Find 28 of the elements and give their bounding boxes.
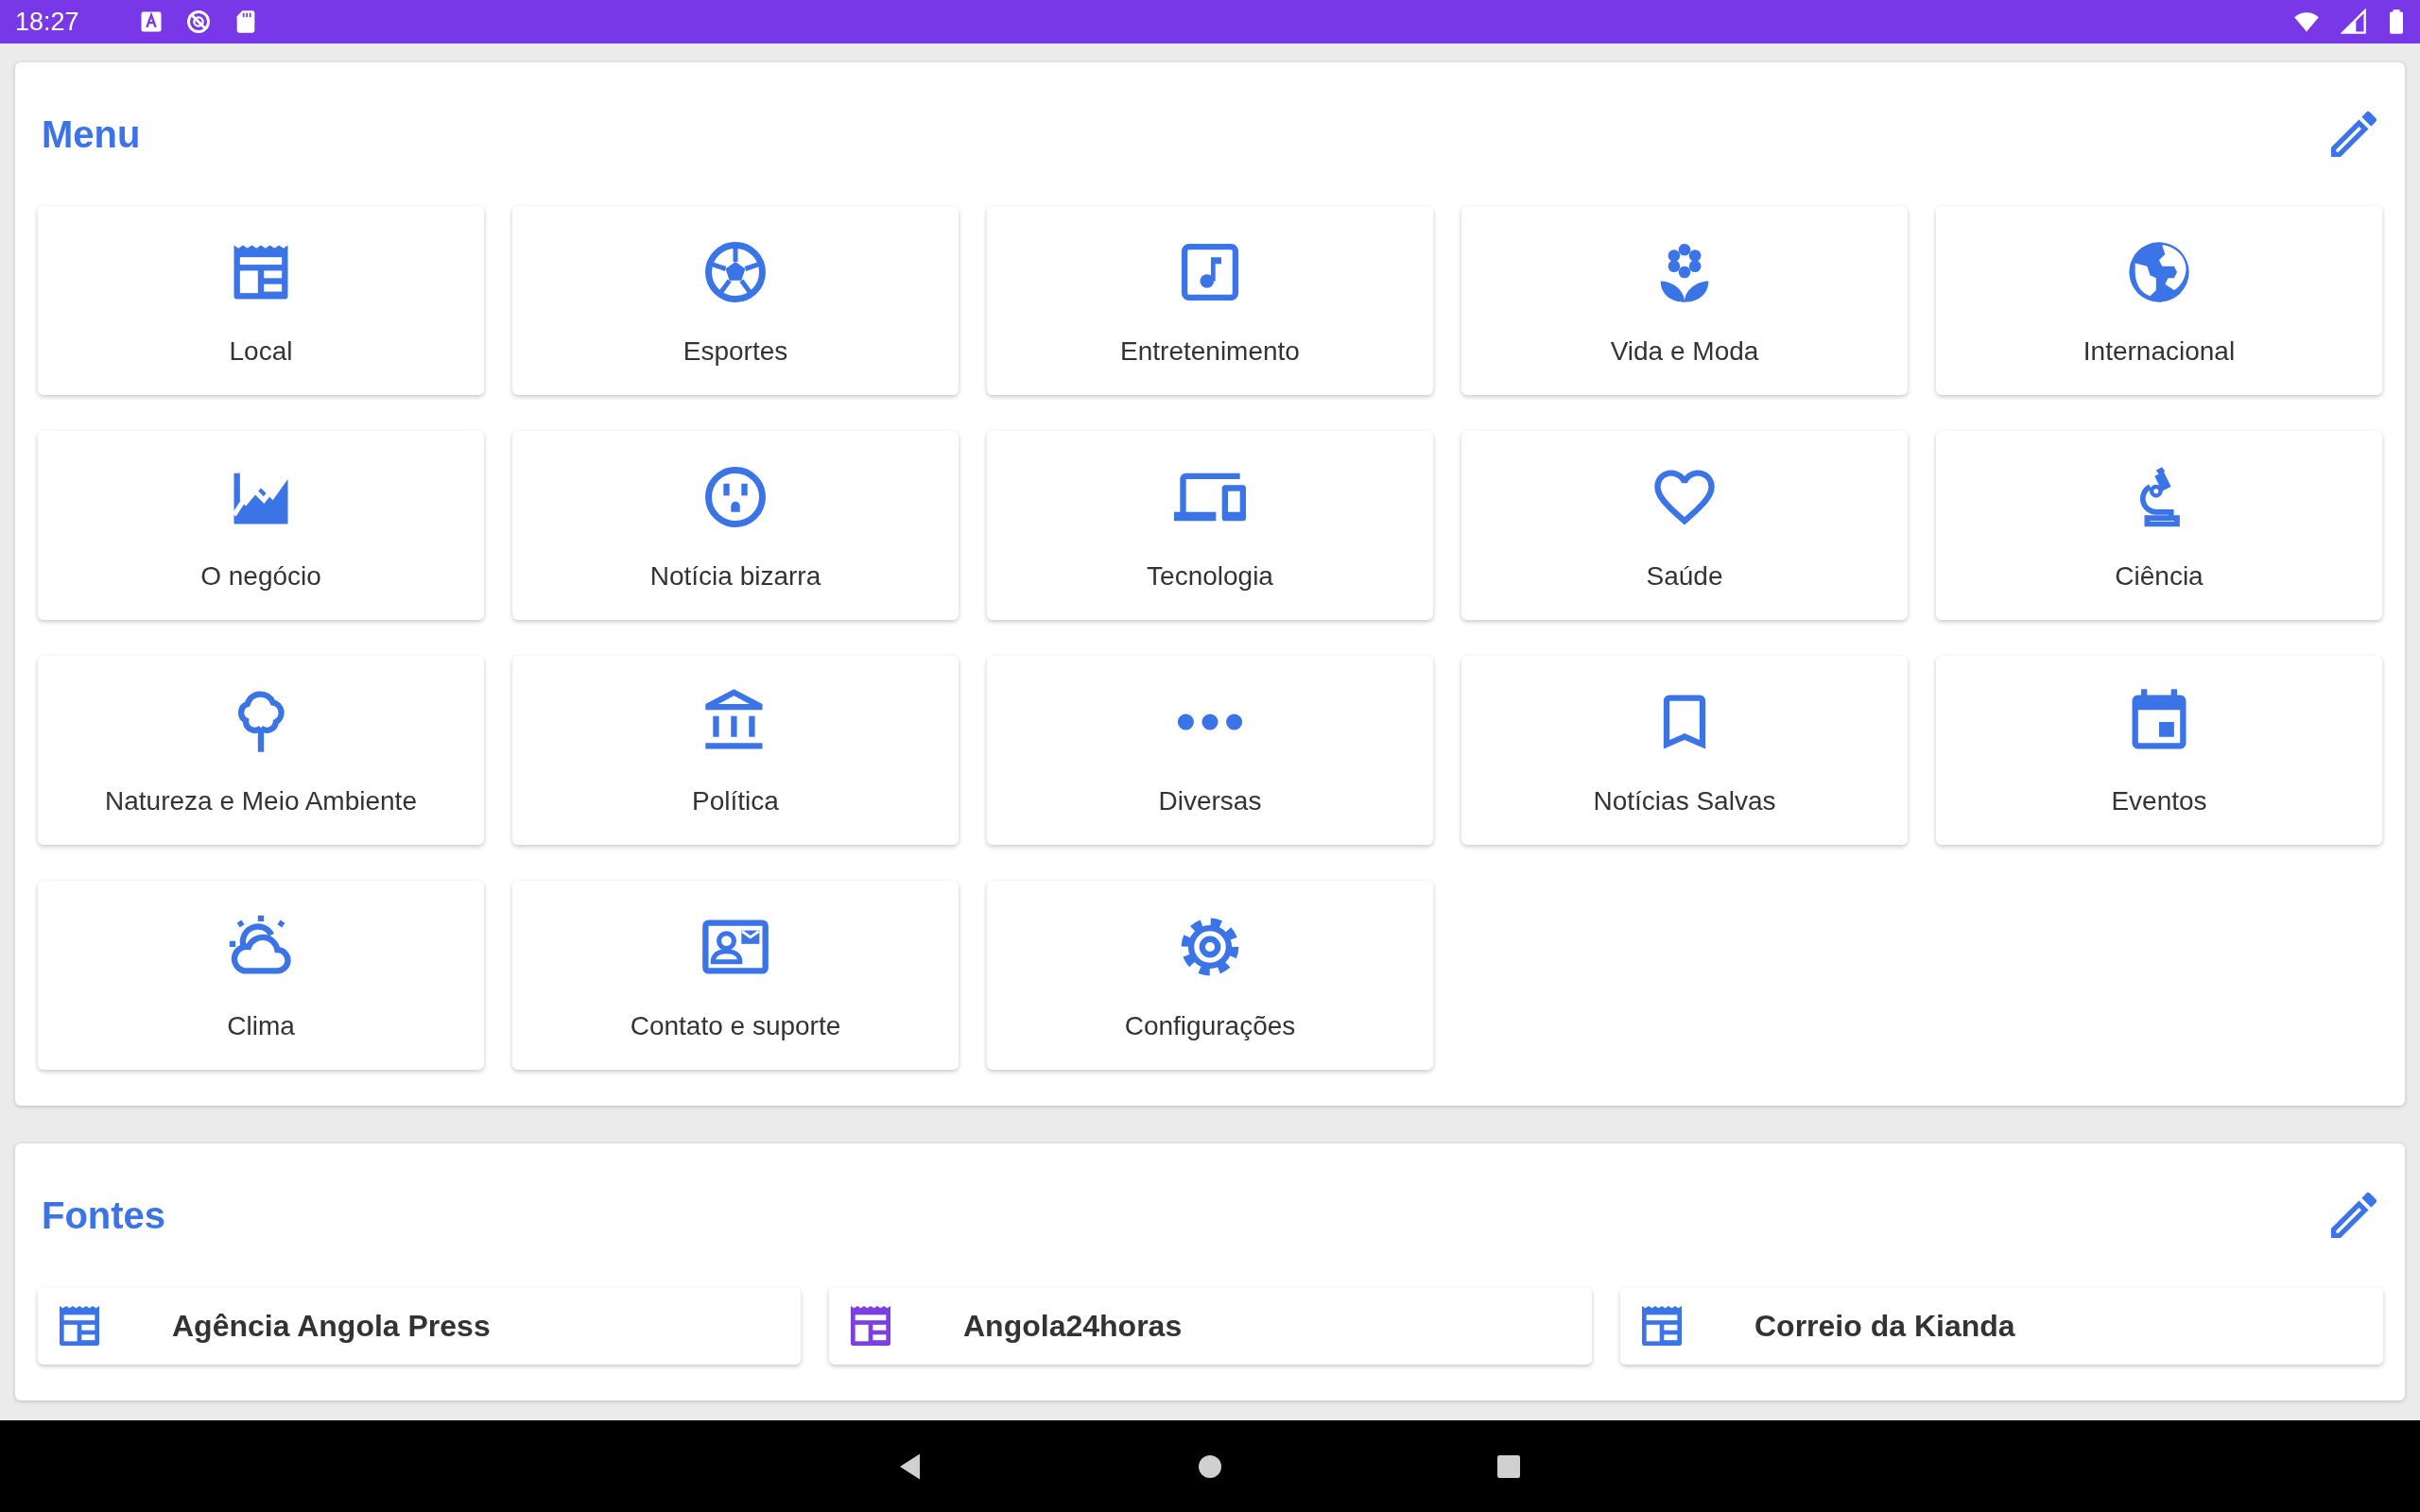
clock: 18:27 [15, 7, 79, 37]
category-tile[interactable]: Eventos [1936, 656, 2382, 845]
battery-icon [2388, 9, 2405, 35]
blocked-circle-icon [184, 9, 212, 35]
category-tile[interactable]: Contato e suporte [512, 881, 959, 1070]
category-tile[interactable]: Local [38, 206, 484, 395]
section-title: Fontes [42, 1194, 166, 1237]
category-tile[interactable]: Esportes [512, 206, 959, 395]
category-tile[interactable]: Entretenimento [987, 206, 1433, 395]
category-tile[interactable]: Vida e Moda [1461, 206, 1908, 395]
category-tile[interactable]: Natureza e Meio Ambiente [38, 656, 484, 845]
category-tile[interactable]: Tecnologia [987, 431, 1433, 620]
category-tile[interactable]: Saúde [1461, 431, 1908, 620]
category-tile[interactable]: Ciência [1936, 431, 2382, 620]
section-title: Menu [42, 112, 141, 156]
category-tile[interactable]: Política [512, 656, 959, 845]
category-tile[interactable]: Notícia bizarra [512, 431, 959, 620]
category-tile[interactable]: Configurações [987, 881, 1433, 1070]
signal-icon [2341, 9, 2367, 35]
source-item[interactable]: Angola24horas [829, 1287, 1592, 1365]
source-item[interactable]: Correio da Kianda [1620, 1287, 2383, 1365]
category-tile[interactable]: Internacional [1936, 206, 2382, 395]
category-tile[interactable]: Clima [38, 881, 484, 1070]
category-tile[interactable]: Diversas [987, 656, 1433, 845]
more-dots-icon [1177, 713, 1243, 731]
category-tile[interactable]: O negócio [38, 431, 484, 620]
source-item[interactable]: Agência Angola Press [38, 1287, 801, 1365]
category-tile[interactable]: Notícias Salvas [1461, 656, 1908, 845]
